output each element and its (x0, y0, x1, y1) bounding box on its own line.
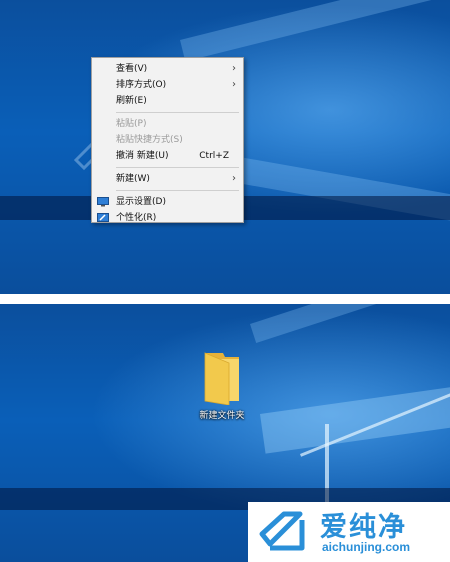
menu-item-label: 显示设置(D) (116, 197, 166, 207)
menu-item-view[interactable]: 查看(V) › (92, 61, 243, 77)
menu-item-label: 个性化(R) (116, 213, 157, 223)
menu-item-label: 粘贴快捷方式(S) (116, 135, 183, 145)
menu-separator (116, 112, 239, 113)
menu-item-paste-shortcut[interactable]: 粘贴快捷方式(S) (92, 132, 243, 148)
menu-item-label: 刷新(E) (116, 96, 147, 106)
chevron-right-icon: › (232, 173, 236, 184)
menu-separator (116, 167, 239, 168)
light-beam (180, 0, 450, 62)
watermark-brand-en: aichunjing.com (322, 540, 411, 554)
menu-separator (116, 190, 239, 191)
menu-item-display-settings[interactable]: 显示设置(D) (92, 194, 243, 210)
folder-label[interactable]: 新建文件夹 (186, 408, 258, 421)
menu-item-refresh[interactable]: 刷新(E) (92, 93, 243, 109)
menu-item-label: 新建(W) (116, 174, 150, 184)
menu-item-sort-by[interactable]: 排序方式(O) › (92, 77, 243, 93)
watermark-brand-cn: 爱纯净 (320, 512, 407, 543)
menu-item-label: 排序方式(O) (116, 80, 167, 90)
menu-item-new[interactable]: 新建(W) › (92, 171, 243, 187)
panel-divider (0, 294, 450, 304)
chevron-right-icon: › (232, 63, 236, 74)
personalize-icon (97, 213, 109, 222)
menu-item-shortcut: Ctrl+Z (199, 151, 229, 161)
light-beam (260, 377, 450, 454)
folder-icon[interactable] (201, 349, 243, 405)
light-beam (250, 304, 450, 344)
menu-item-personalize[interactable]: 个性化(R) (92, 210, 243, 226)
display-icon (97, 197, 109, 207)
menu-item-label: 粘贴(P) (116, 119, 147, 129)
brand-logo-icon (259, 511, 305, 551)
menu-item-label: 查看(V) (116, 64, 148, 74)
chevron-right-icon: › (232, 79, 236, 90)
menu-item-label: 撤消 新建(U) (116, 151, 169, 161)
desktop-context-menu: 查看(V) › 排序方式(O) › 刷新(E) 粘贴(P) 粘贴快捷方式(S) … (91, 57, 244, 223)
menu-item-undo-new[interactable]: 撤消 新建(U) Ctrl+Z (92, 148, 243, 164)
menu-item-paste[interactable]: 粘贴(P) (92, 116, 243, 132)
